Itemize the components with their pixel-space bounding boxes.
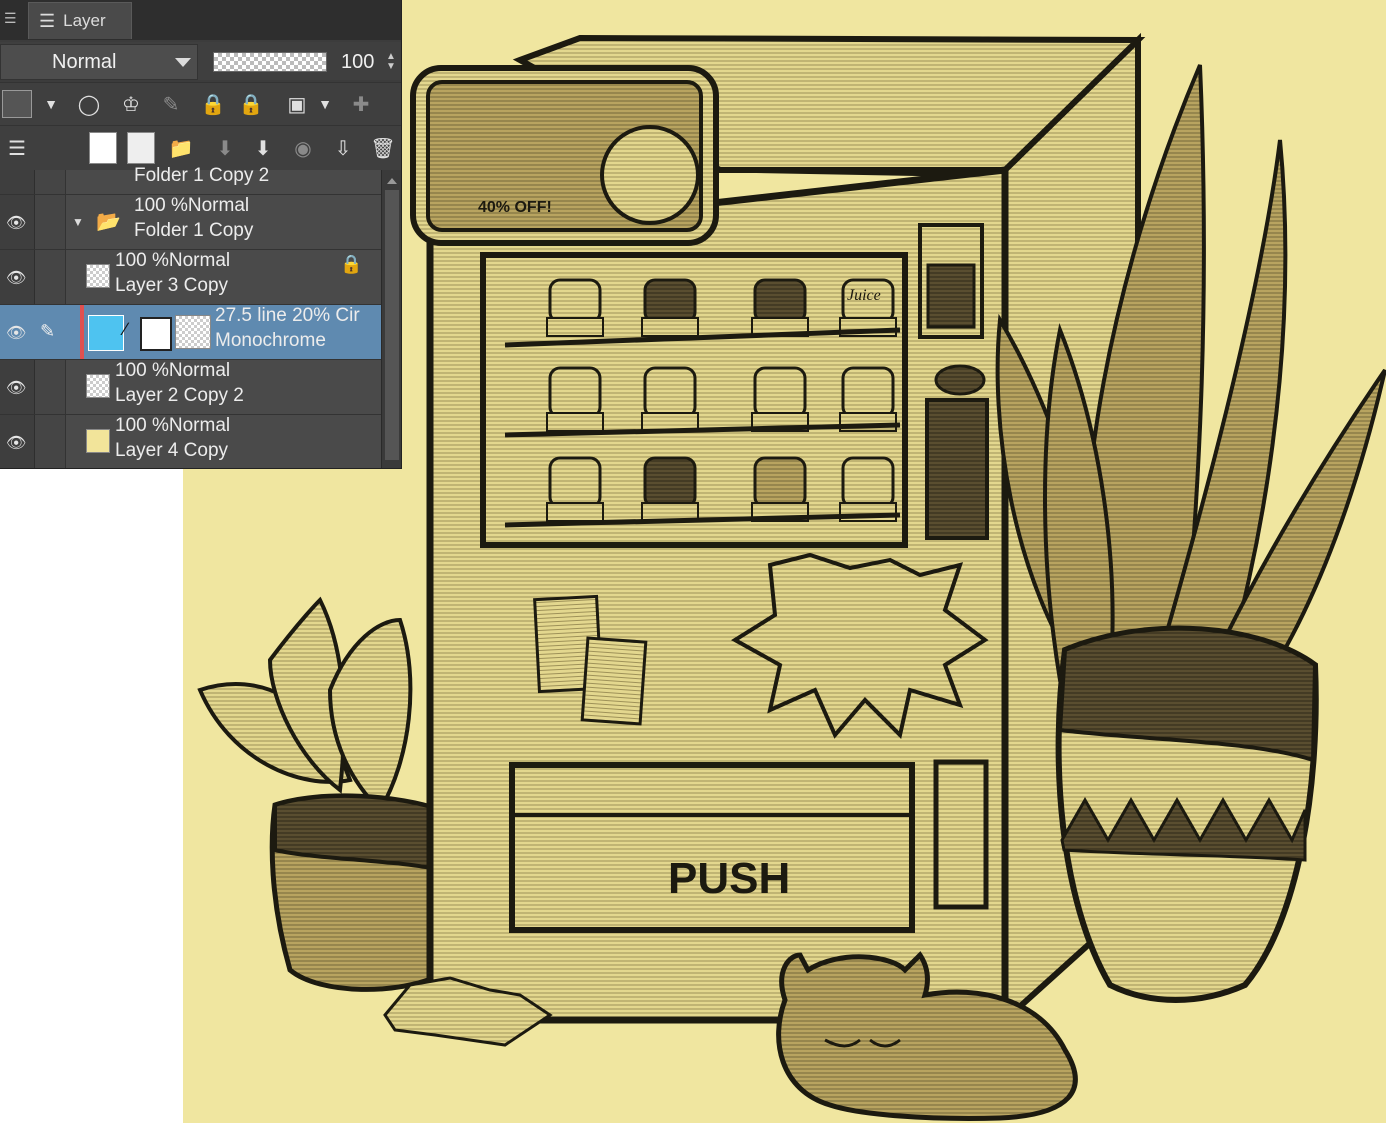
product-can <box>753 366 807 419</box>
layer-row[interactable]: 👁 100 %Normal Layer 4 Copy <box>0 415 381 468</box>
blend-mode-select[interactable]: Normal <box>0 44 198 80</box>
price-tag <box>546 412 604 432</box>
product-can <box>841 366 895 419</box>
panel-menu-icon[interactable]: ☰ <box>4 10 17 27</box>
blend-mode-value: Normal <box>52 51 117 73</box>
eye-icon[interactable]: 👁 <box>6 323 28 342</box>
selection-indicator <box>80 305 84 359</box>
chevron-down-icon[interactable]: ▼ <box>36 89 66 119</box>
eye-icon[interactable]: 👁 <box>6 268 28 287</box>
layer-thumbnail <box>86 429 110 453</box>
lock-transparent-icon[interactable]: 🔒 <box>236 89 266 119</box>
push-label: PUSH <box>668 854 790 903</box>
lock-icon[interactable]: 🔒 <box>198 89 228 119</box>
layer-name: Layer 3 Copy <box>115 275 229 296</box>
mascot-face <box>600 125 700 225</box>
ruler-icon[interactable]: ✚ <box>346 89 376 119</box>
product-can <box>643 278 697 324</box>
keypad <box>926 263 976 329</box>
product-can <box>548 456 602 509</box>
product-can <box>643 366 697 419</box>
layer-name: Layer 2 Copy 2 <box>115 385 244 406</box>
opacity-slider[interactable] <box>213 52 327 72</box>
layer-blend-info: 100 %Normal <box>115 360 231 381</box>
pen-icon: ✎ <box>40 321 56 341</box>
panel-titlebar: ☰ ☰ Layer <box>0 0 401 40</box>
mask-thumbnail <box>140 317 172 351</box>
tab-layer-label: Layer <box>63 11 106 30</box>
chevron-down-icon[interactable]: ▼ <box>310 89 340 119</box>
layer-blend-info: 100 %Normal <box>115 415 231 436</box>
eye-icon[interactable]: 👁 <box>6 378 28 397</box>
folder-expand-icon[interactable]: ▼ <box>72 215 84 229</box>
product-can <box>841 456 895 509</box>
price-tag <box>641 317 699 337</box>
layer-row[interactable]: 👁 100 %Normal Layer 3 Copy 🔒 <box>0 250 381 305</box>
layer-name: Monochrome <box>215 330 326 351</box>
paper-note <box>580 636 648 726</box>
layer-name: Folder 1 Copy 2 <box>134 165 270 186</box>
layer-row-selected[interactable]: 👁 ✎ ∕ 27.5 line 20% Cir Monochrome <box>0 305 381 360</box>
scroll-up-icon[interactable] <box>387 178 397 184</box>
layer-toolbar-top: ▼ ◯ ♔ ✎ 🔒 🔒 ▣ ▼ ✚ <box>0 82 401 125</box>
layer-color-icon[interactable] <box>2 89 32 119</box>
price-tag <box>546 502 604 522</box>
eye-icon[interactable]: 👁 <box>6 433 28 452</box>
folder-icon: 📂 <box>96 211 121 233</box>
tone-layer-thumbnail <box>88 315 124 351</box>
eye-icon[interactable]: 👁 <box>6 213 28 232</box>
scrollbar-thumb[interactable] <box>385 190 399 460</box>
coin-slot <box>925 398 989 540</box>
layers-icon: ☰ <box>39 10 56 31</box>
layer-blend-info: 100 %Normal <box>115 250 231 271</box>
layer-list-scrollbar[interactable] <box>381 170 401 468</box>
draft-layer-icon[interactable]: ✎ <box>156 89 186 119</box>
layer-name: Layer 4 Copy <box>115 440 229 461</box>
layer-row[interactable]: 👁 100 %Normal Layer 2 Copy 2 <box>0 360 381 415</box>
lock-icon: 🔒 <box>340 254 363 274</box>
product-can <box>643 456 697 509</box>
product-can <box>753 456 807 509</box>
opacity-spinner-icon[interactable]: ▲ ▼ <box>386 52 396 72</box>
product-can <box>548 366 602 419</box>
coin-button <box>934 364 986 396</box>
link-icon: ∕ <box>124 319 128 339</box>
layer-name: Folder 1 Copy <box>134 220 254 241</box>
layer-panel[interactable]: ☰ ☰ Layer Normal 100 ▲ ▼ ▼ ◯ ♔ ✎ 🔒 🔒 ▣ ▼ … <box>0 0 402 469</box>
reference-layer-icon[interactable]: ♔ <box>116 89 146 119</box>
opacity-value[interactable]: 100 <box>341 51 374 74</box>
layer-blend-info: 100 %Normal <box>134 195 250 216</box>
layer-thumbnail <box>175 315 211 349</box>
layer-blend-info: 27.5 line 20% Cir <box>215 305 360 326</box>
chevron-down-icon <box>175 58 191 67</box>
mask-icon[interactable]: ▣ <box>282 89 312 119</box>
layer-list[interactable]: Folder 1 Copy 2 👁 ▼ 📂 100 %Normal Folder… <box>0 165 401 468</box>
tab-layer[interactable]: ☰ Layer <box>28 2 132 39</box>
product-can <box>753 278 807 324</box>
can-label: Juice <box>847 287 881 304</box>
price-tag <box>546 317 604 337</box>
layer-thumbnail <box>86 374 110 398</box>
layer-row[interactable]: Folder 1 Copy 2 <box>0 140 381 195</box>
layer-thumbnail <box>86 264 110 288</box>
sale-sign-text: 40% OFF! <box>478 199 552 216</box>
clip-layer-icon[interactable]: ◯ <box>74 89 104 119</box>
product-can <box>548 278 602 324</box>
dispenser-door <box>509 762 915 933</box>
layer-row[interactable]: 👁 ▼ 📂 100 %Normal Folder 1 Copy <box>0 195 381 250</box>
return-slot <box>933 759 989 910</box>
